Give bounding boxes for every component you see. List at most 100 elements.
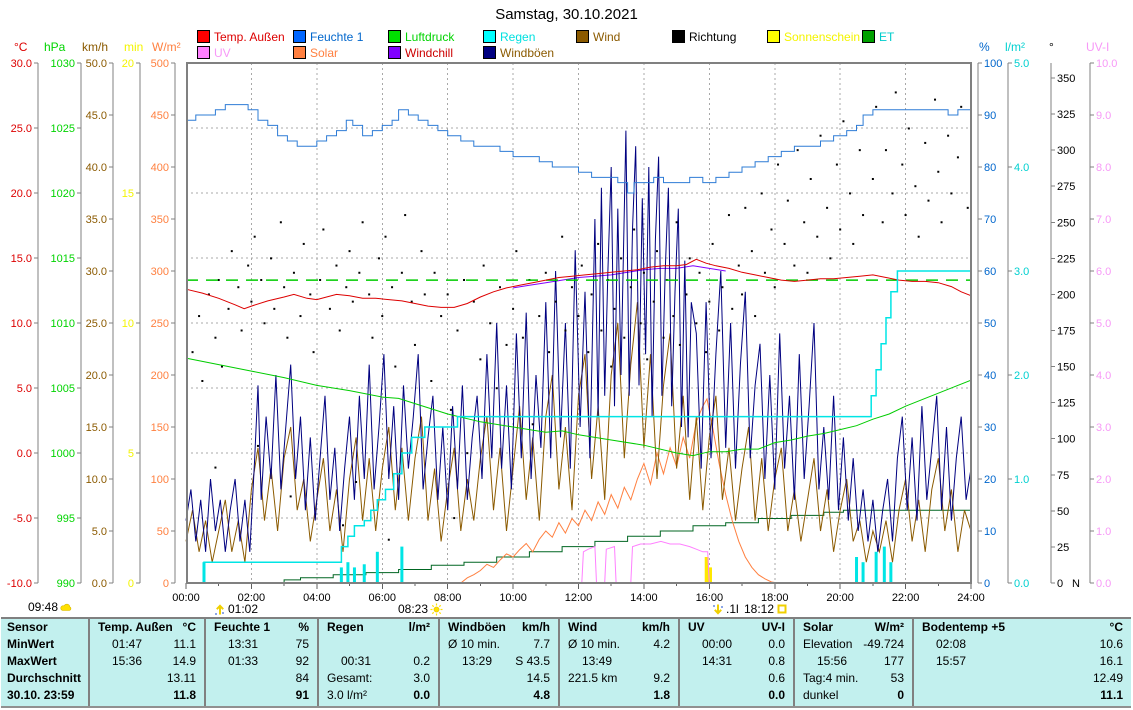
svg-text:500: 500	[151, 58, 169, 70]
row-label-4: 30.10. 23:59	[1, 687, 88, 704]
col-unit: km/h	[642, 619, 670, 636]
col-unit: UV-I	[762, 619, 785, 636]
svg-text:125: 125	[1057, 398, 1075, 410]
svg-text:3.0: 3.0	[1014, 266, 1029, 278]
cell-time: 15:56	[803, 653, 847, 670]
cell-time: 14:31	[688, 653, 732, 670]
svg-text:5.0: 5.0	[17, 383, 32, 395]
cell-time: 00:00	[688, 636, 732, 653]
time-1812-label: 18:12	[744, 602, 774, 616]
svg-text:75: 75	[1057, 470, 1069, 482]
svg-text:10.0: 10.0	[1096, 58, 1117, 70]
col-header: Temp. Außen°C	[90, 619, 204, 636]
table-cell-rain-durchschnitt: Gesamt: 3.0	[319, 670, 438, 687]
svg-text:250: 250	[151, 318, 169, 330]
svg-text:250: 250	[1057, 217, 1075, 229]
svg-text:14:00: 14:00	[630, 592, 658, 604]
table-cell-humidity-maxwert: 01:3392	[206, 653, 317, 670]
col-header: UVUV-I	[680, 619, 793, 636]
cell-value: 11.1	[174, 636, 196, 653]
table-col-wind: Windkm/hØ 10 min.4.213:49S-SW 27.4221.5 …	[558, 619, 678, 706]
svg-text:6.0: 6.0	[1096, 266, 1111, 278]
cell-value: 0.0	[768, 636, 785, 653]
sunrise-sun-icon	[430, 603, 443, 616]
col-header: Bodentemp +5°C	[914, 619, 1131, 636]
col-unit: °C	[1110, 619, 1123, 636]
cell-time: Ø 10 min.	[448, 636, 500, 653]
cloud-icon	[60, 601, 73, 613]
svg-text:225: 225	[1057, 253, 1075, 265]
table-cell-humidity-30-10-23-59: 91	[206, 687, 317, 704]
svg-text:30.0: 30.0	[11, 58, 32, 70]
col-unit: l/m²	[409, 619, 430, 636]
cell-time: Tag:4 min.	[803, 670, 858, 687]
svg-text:50: 50	[157, 526, 169, 538]
cell-value: 3.0	[413, 670, 430, 687]
table-cell-gusts-30-10-23-59: 4.8	[440, 687, 558, 704]
svg-text:-10.0: -10.0	[7, 578, 32, 590]
cell-value: 11.8	[173, 687, 196, 704]
cell-value: 0.6	[768, 670, 785, 687]
x-axis: 00:0002:0004:0006:0008:0010:0012:0014:00…	[172, 583, 985, 604]
cell-value: 92	[296, 653, 309, 670]
svg-text:30.0: 30.0	[86, 266, 107, 278]
cell-value: 14.5	[527, 670, 550, 687]
svg-text:4.0: 4.0	[1096, 370, 1111, 382]
cell-value: 0.0	[768, 687, 785, 704]
cell-time: 3.0 l/m²	[327, 687, 367, 704]
gridlines	[186, 63, 971, 583]
cell-value: 4.8	[533, 687, 550, 704]
moonrise-arrow-icon	[214, 603, 226, 616]
table-cell-wind-minwert: Ø 10 min.4.2	[560, 636, 678, 653]
svg-text:2.0: 2.0	[1096, 474, 1111, 486]
svg-text:1010: 1010	[51, 318, 75, 330]
svg-text:275: 275	[1057, 181, 1075, 193]
svg-text:10: 10	[984, 526, 996, 538]
svg-text:50.0: 50.0	[86, 58, 107, 70]
svg-text:25.0: 25.0	[11, 123, 32, 135]
table-cell-temp-durchschnitt: 13.11	[90, 670, 204, 687]
weather-day-chart-page: Samstag, 30.10.2021 Temp. AußenFeuchte 1…	[0, 0, 1133, 710]
svg-text:-5.0: -5.0	[13, 513, 32, 525]
svg-text:350: 350	[151, 214, 169, 226]
table-col-solar: SolarW/m²Elevation-49.72415:56177Tag:4 m…	[793, 619, 912, 706]
svg-text:45.0: 45.0	[86, 110, 107, 122]
series-et	[268, 510, 971, 583]
table-cell-uv-durchschnitt: 0.6	[680, 670, 793, 687]
svg-text:N: N	[1072, 578, 1080, 590]
svg-text:990: 990	[57, 578, 75, 590]
table-cell-soil-minwert: 02:0810.6	[914, 636, 1131, 653]
cell-value: 75	[296, 636, 309, 653]
cell-time: dunkel	[803, 687, 838, 704]
svg-text:100: 100	[151, 474, 169, 486]
svg-text:3.0: 3.0	[1096, 422, 1111, 434]
table-cell-solar-maxwert: 15:56177	[795, 653, 912, 670]
svg-text:2.0: 2.0	[1014, 370, 1029, 382]
svg-text:20: 20	[984, 474, 996, 486]
svg-text:1015: 1015	[51, 253, 75, 265]
series-rain_sum	[186, 271, 971, 583]
col-header: Windkm/h	[560, 619, 678, 636]
cell-value: 53	[891, 670, 904, 687]
time-0823-label: 08:23	[398, 602, 428, 616]
svg-text:10.0: 10.0	[86, 474, 107, 486]
svg-text:40: 40	[984, 370, 996, 382]
col-title: Feuchte 1	[214, 619, 270, 636]
svg-text:90: 90	[984, 110, 996, 122]
cell-value: 0.8	[768, 653, 785, 670]
table-cell-wind-30-10-23-59: 1.8	[560, 687, 678, 704]
time-1711: .1l	[712, 602, 739, 616]
svg-text:20.0: 20.0	[11, 188, 32, 200]
cell-time: Gesamt:	[327, 670, 372, 687]
table-cell-humidity-minwert: 13:3175	[206, 636, 317, 653]
table-cell-uv-maxwert: 14:31 0.8	[680, 653, 793, 670]
svg-text:15.0: 15.0	[86, 422, 107, 434]
svg-text:0: 0	[128, 578, 134, 590]
table-cell-wind-maxwert: 13:49S-SW 27.4	[560, 653, 678, 670]
cell-time: 02:08	[922, 636, 966, 653]
col-title: Windböen	[448, 619, 506, 636]
cell-value: 91	[296, 687, 309, 704]
sunset-square-icon	[776, 603, 788, 615]
table-col-gusts: Windböenkm/hØ 10 min.7.713:29S 43.514.54…	[438, 619, 558, 706]
svg-text:0: 0	[163, 578, 169, 590]
